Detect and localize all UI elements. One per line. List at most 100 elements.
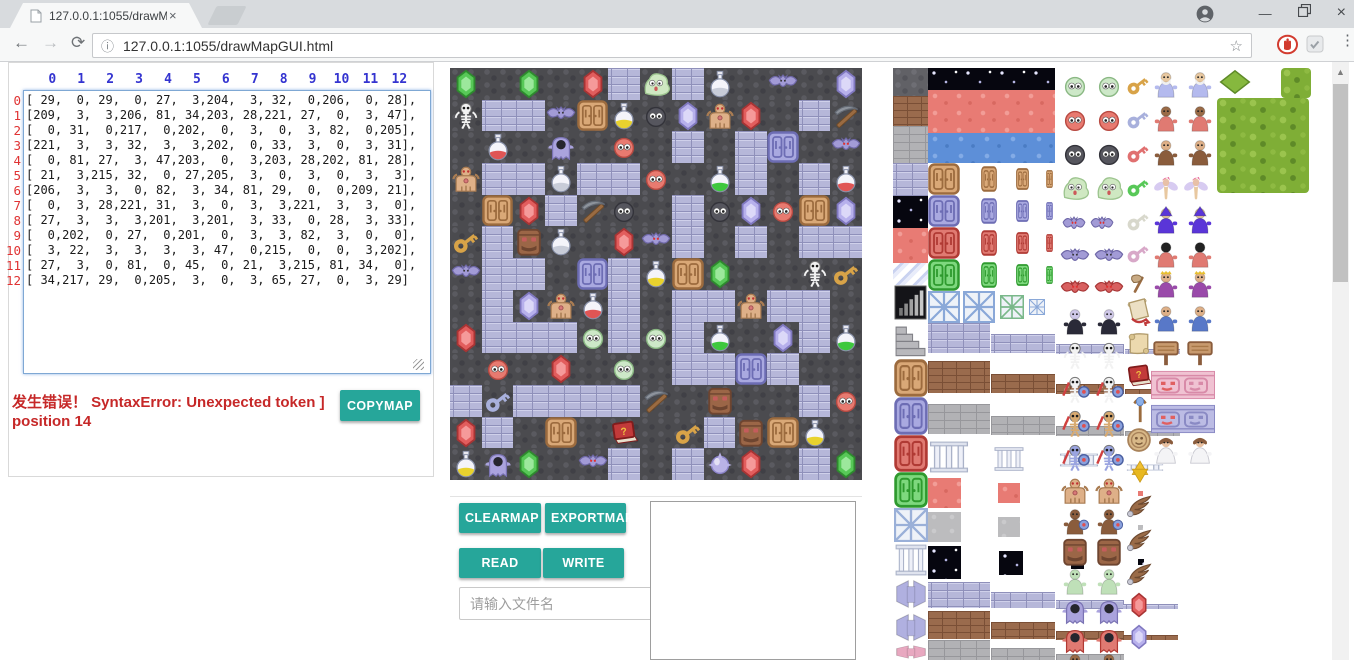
map-tile-light-brick-floor[interactable] — [799, 322, 830, 353]
map-tile-light-brick-floor[interactable] — [482, 100, 513, 131]
map-tile-light-brick-floor[interactable] — [799, 163, 830, 195]
map-tile-green-potion[interactable] — [704, 163, 735, 195]
map-tile-gold-key[interactable] — [830, 258, 862, 290]
close-button[interactable]: × — [1337, 5, 1346, 21]
map-tile-light-brick-floor[interactable] — [735, 163, 767, 195]
map-tile-big-green-slime[interactable] — [640, 68, 672, 100]
map-tile-light-brick-floor[interactable] — [672, 68, 704, 100]
map-tile-light-brick-floor[interactable] — [513, 163, 545, 195]
map-tile-tiki-head[interactable] — [735, 417, 767, 448]
map-tile-red-slime[interactable] — [830, 385, 862, 417]
map-tile-tan-door[interactable] — [799, 195, 830, 226]
map-tile-dark-cobble-floor[interactable] — [545, 68, 577, 100]
map-tile-red-eyed-bat[interactable] — [577, 448, 608, 480]
map-tile-tan-door[interactable] — [577, 100, 608, 131]
map-tile-empty-flask[interactable] — [704, 68, 735, 100]
tileset-image[interactable]: ? — [893, 68, 1317, 660]
export-output-box[interactable] — [650, 501, 856, 660]
map-tile-red-slime[interactable] — [608, 131, 640, 163]
map-tile-purple-gem[interactable] — [830, 68, 862, 100]
map-tile-skeleton[interactable] — [799, 258, 830, 290]
map-tile-gold-key[interactable] — [672, 417, 704, 448]
map-tile-dark-cobble-floor[interactable] — [450, 353, 482, 385]
map-tile-dark-cobble-floor[interactable] — [799, 131, 830, 163]
map-tile-purple-ghost[interactable] — [482, 448, 513, 480]
map-tile-red-gem[interactable] — [735, 100, 767, 131]
map-tile-dark-cobble-floor[interactable] — [640, 290, 672, 322]
profile-icon[interactable] — [1196, 5, 1214, 28]
map-tile-light-brick-floor[interactable] — [545, 322, 577, 353]
map-tile-yellow-potion[interactable] — [640, 258, 672, 290]
new-tab-button[interactable] — [207, 6, 246, 25]
map-tile-dark-cobble-floor[interactable] — [450, 290, 482, 322]
map-tile-question-book[interactable]: ? — [608, 417, 640, 448]
map-tile-dark-cobble-floor[interactable] — [640, 417, 672, 448]
map-tile-light-brick-floor[interactable] — [672, 290, 704, 322]
map-tile-pale-green-slime[interactable] — [640, 322, 672, 353]
map-tile-light-brick-floor[interactable] — [608, 385, 640, 417]
map-tile-light-brick-floor[interactable] — [513, 322, 545, 353]
map-tile-dark-cobble-floor[interactable] — [577, 226, 608, 258]
menu-dots-icon[interactable]: ⋮ — [1340, 31, 1354, 49]
map-tile-light-brick-floor[interactable] — [735, 226, 767, 258]
write-button[interactable]: WRITE — [543, 548, 624, 578]
map-tile-dark-cobble-floor[interactable] — [672, 385, 704, 417]
map-tile-dark-slime[interactable] — [704, 195, 735, 226]
map-tile-dark-cobble-floor[interactable] — [640, 131, 672, 163]
browser-tab[interactable]: 127.0.0.1:1055/drawMa × — [10, 3, 202, 28]
map-tile-dark-cobble-floor[interactable] — [577, 353, 608, 385]
map-tile-yellow-potion[interactable] — [450, 448, 482, 480]
map-tile-dark-cobble-floor[interactable] — [767, 163, 799, 195]
map-tile-red-gem[interactable] — [577, 68, 608, 100]
map-tile-light-brick-floor[interactable] — [482, 322, 513, 353]
map-tile-tan-golem[interactable] — [545, 290, 577, 322]
address-bar[interactable]: ⓘ 127.0.0.1:1055/drawMapGUI.html ☆ — [92, 33, 1252, 58]
copymap-button[interactable]: COPYMAP — [340, 390, 420, 421]
map-tile-dark-cobble-floor[interactable] — [830, 290, 862, 322]
map-tile-tan-door[interactable] — [545, 417, 577, 448]
map-tile-light-brick-floor[interactable] — [608, 448, 640, 480]
map-tile-dark-cobble-floor[interactable] — [767, 448, 799, 480]
map-tile-tan-golem[interactable] — [704, 100, 735, 131]
map-tile-light-brick-floor[interactable] — [482, 290, 513, 322]
textarea-resize-handle[interactable] — [413, 359, 424, 370]
map-tile-purple-gem[interactable] — [735, 195, 767, 226]
map-tile-dark-cobble-floor[interactable] — [767, 258, 799, 290]
map-tile-purple-gem[interactable] — [513, 290, 545, 322]
map-tile-spiked-orb[interactable] — [704, 448, 735, 480]
map-tile-red-potion[interactable] — [482, 131, 513, 163]
map-tile-red-gem[interactable] — [450, 417, 482, 448]
map-tile-dark-cobble-floor[interactable] — [735, 385, 767, 417]
map-tile-red-slime[interactable] — [482, 353, 513, 385]
minimize-button[interactable]: — — [1259, 6, 1272, 21]
map-tile-purple-door[interactable] — [735, 353, 767, 385]
map-tile-light-brick-floor[interactable] — [735, 131, 767, 163]
map-tile-dark-cobble-floor[interactable] — [482, 68, 513, 100]
matrix-textarea[interactable] — [23, 90, 431, 374]
map-tile-gold-key[interactable] — [450, 226, 482, 258]
map-tile-light-brick-floor[interactable] — [608, 322, 640, 353]
map-tile-dark-cobble-floor[interactable] — [513, 353, 545, 385]
map-tile-green-gem[interactable] — [830, 448, 862, 480]
map-tile-empty-flask[interactable] — [545, 226, 577, 258]
map-tile-light-brick-floor[interactable] — [577, 385, 608, 417]
map-tile-light-brick-floor[interactable] — [767, 290, 799, 322]
map-tile-red-gem[interactable] — [608, 226, 640, 258]
map-tile-light-brick-floor[interactable] — [513, 385, 545, 417]
map-tile-green-potion[interactable] — [704, 322, 735, 353]
map-tile-red-eyed-bat[interactable] — [830, 131, 862, 163]
map-tile-dark-cobble-floor[interactable] — [735, 322, 767, 353]
map-tile-red-gem[interactable] — [735, 448, 767, 480]
map-tile-light-brick-floor[interactable] — [545, 195, 577, 226]
map-tile-light-brick-floor[interactable] — [545, 385, 577, 417]
map-tile-purple-bat[interactable] — [545, 100, 577, 131]
map-tile-dark-cobble-floor[interactable] — [640, 195, 672, 226]
map-tile-dark-cobble-floor[interactable] — [513, 131, 545, 163]
map-tile-purple-bat[interactable] — [767, 68, 799, 100]
reload-button[interactable]: ⟳ — [71, 33, 85, 53]
map-tile-dark-cobble-floor[interactable] — [704, 131, 735, 163]
map-tile-tiki-head[interactable] — [513, 226, 545, 258]
map-tile-dark-cobble-floor[interactable] — [450, 131, 482, 163]
map-tile-pale-green-slime[interactable] — [608, 353, 640, 385]
map-tile-dark-cobble-floor[interactable] — [799, 353, 830, 385]
